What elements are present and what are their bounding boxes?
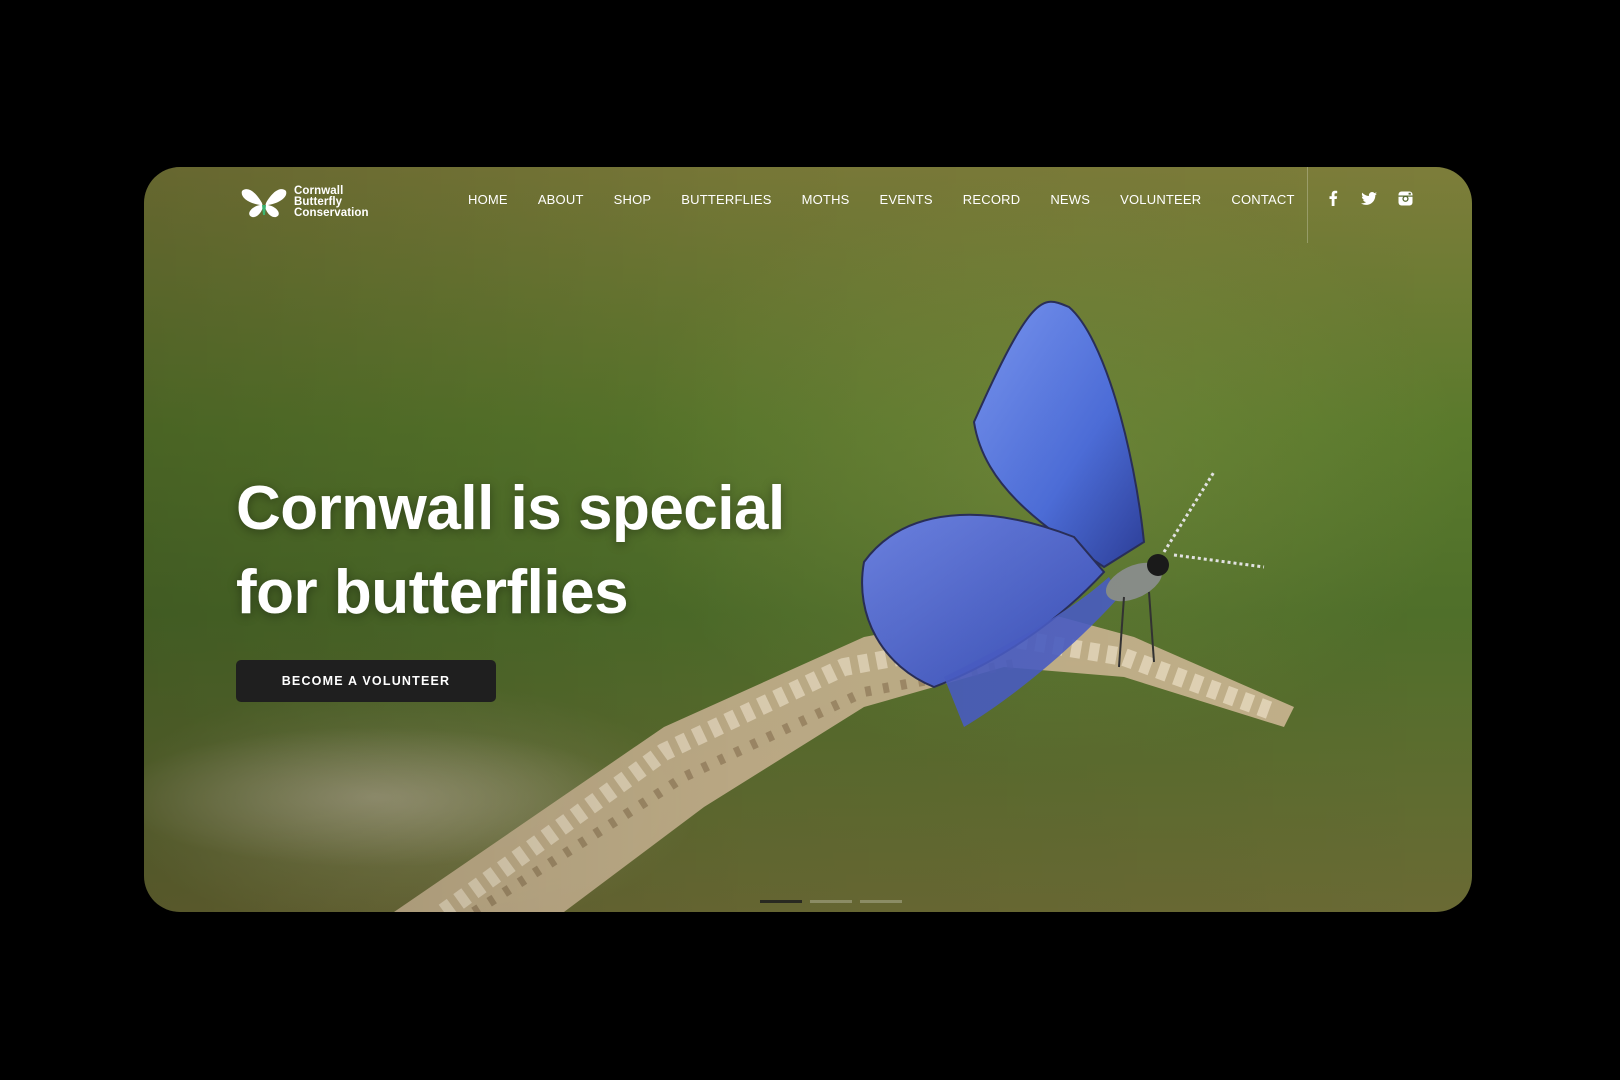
- logo-text: Cornwall Butterfly Conservation: [294, 184, 369, 219]
- nav-item-contact[interactable]: CONTACT: [1216, 191, 1309, 209]
- browser-frame: Cornwall Butterfly Conservation HOME ABO…: [144, 167, 1472, 912]
- twitter-icon[interactable]: [1360, 189, 1378, 207]
- logo-line-1: Cornwall: [294, 184, 344, 197]
- social-links: [1324, 189, 1414, 207]
- butterfly-icon: [241, 189, 287, 218]
- slide-indicator-1[interactable]: [760, 900, 802, 903]
- facebook-icon[interactable]: [1324, 189, 1342, 207]
- nav-item-events[interactable]: EVENTS: [865, 191, 948, 209]
- slider-indicators: [760, 900, 902, 903]
- nav-item-shop[interactable]: SHOP: [599, 191, 667, 209]
- nav-item-home[interactable]: HOME: [453, 191, 523, 209]
- logo-link[interactable]: Cornwall Butterfly Conservation: [240, 185, 369, 219]
- logo-line-2: Butterfly: [294, 195, 343, 208]
- header-divider: [1307, 167, 1308, 243]
- logo-line-3: Conservation: [294, 206, 369, 219]
- hero-headline-line-2: for butterflies: [236, 558, 629, 627]
- hero-headline-line-1: Cornwall is special: [236, 474, 785, 543]
- slide-indicator-3[interactable]: [860, 900, 902, 903]
- nav-item-about[interactable]: ABOUT: [523, 191, 599, 209]
- nav-item-record[interactable]: RECORD: [948, 191, 1036, 209]
- slide-indicator-2[interactable]: [810, 900, 852, 903]
- site-header: Cornwall Butterfly Conservation HOME ABO…: [144, 167, 1472, 245]
- instagram-icon[interactable]: [1396, 189, 1414, 207]
- nav-item-moths[interactable]: MOTHS: [787, 191, 865, 209]
- nav-item-news[interactable]: NEWS: [1035, 191, 1105, 209]
- nav-item-butterflies[interactable]: BUTTERFLIES: [666, 191, 786, 209]
- become-volunteer-button[interactable]: BECOME A VOLUNTEER: [236, 660, 496, 702]
- main-nav: HOME ABOUT SHOP BUTTERFLIES MOTHS EVENTS…: [453, 191, 1310, 209]
- hero-headline: Cornwall is special for butterflies: [236, 467, 936, 635]
- nav-item-volunteer[interactable]: VOLUNTEER: [1105, 191, 1216, 209]
